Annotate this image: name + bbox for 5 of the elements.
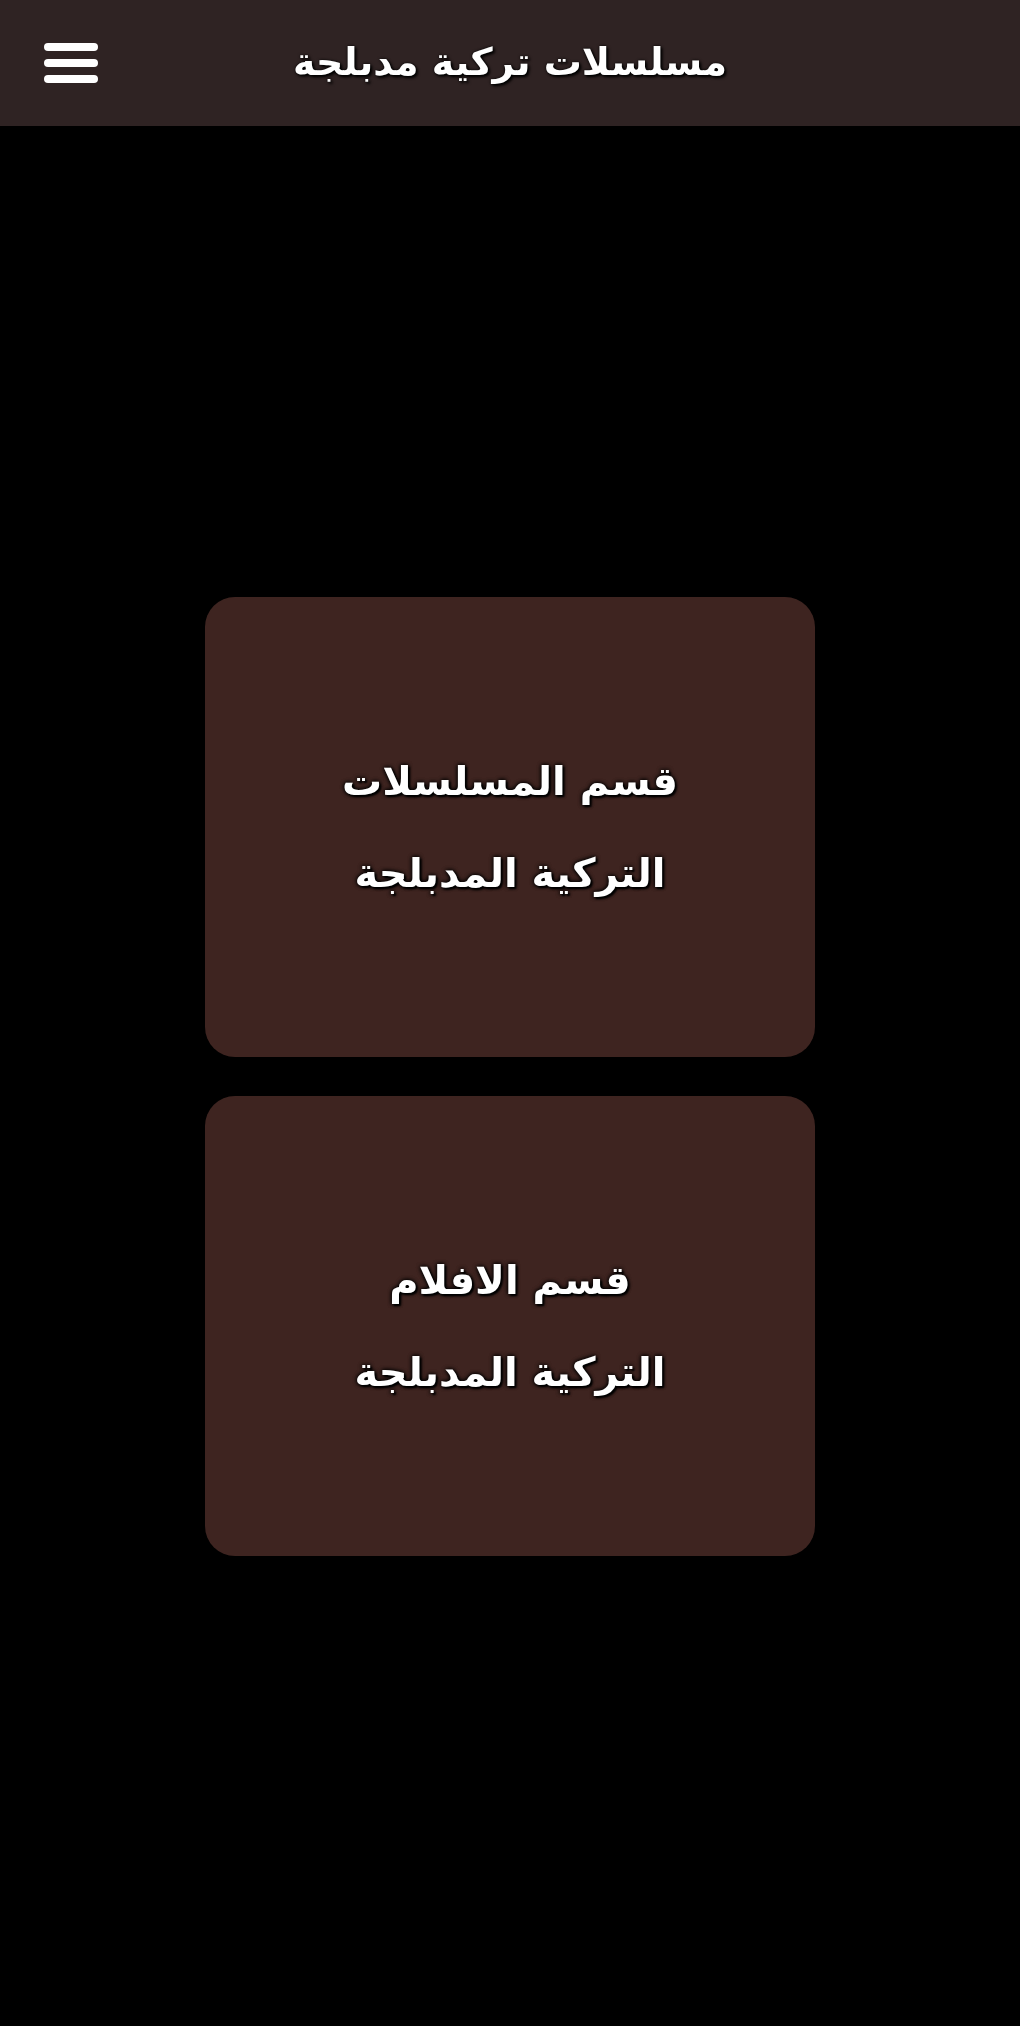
section-button[interactable]: قسم المسلسلات التركية المدبلجة <box>205 596 815 1057</box>
section-button[interactable]: قسم الافلام التركية المدبلجة <box>205 1095 815 1556</box>
menu-icon <box>44 43 98 83</box>
menu-button[interactable] <box>44 41 98 85</box>
app-title: مسلسلات تركية مدبلجة <box>291 40 729 86</box>
